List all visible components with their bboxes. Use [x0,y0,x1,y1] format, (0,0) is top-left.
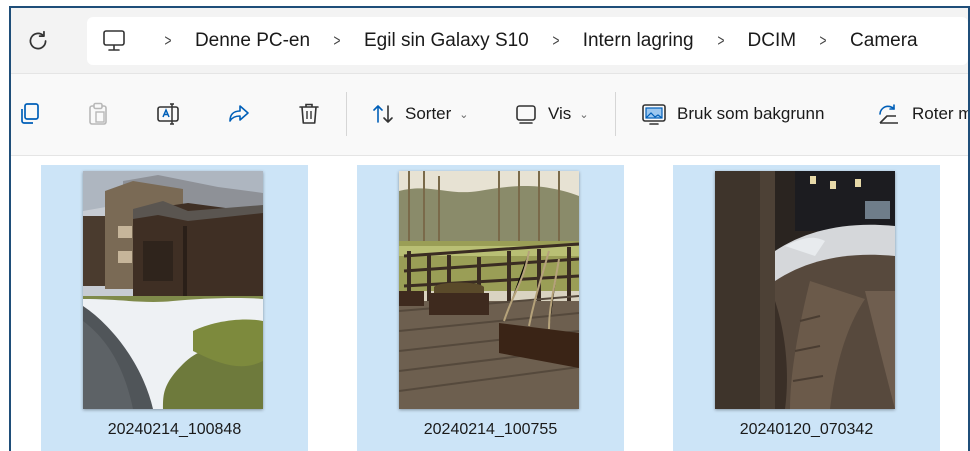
file-item[interactable]: 20240214_100848 [41,165,308,451]
toolbar-divider [346,92,347,136]
rotate-button-label: Roter m [912,104,970,123]
desktop-background-icon [642,104,666,125]
refresh-icon[interactable] [25,28,51,54]
chevron-down-icon: ⌄ [459,108,469,121]
chevron-down-icon: ⌄ [579,108,589,121]
view-button-label: Vis [548,104,572,123]
breadcrumb-item-this-pc[interactable]: Denne PC-en [195,30,310,52]
chevron-right-icon[interactable]: > [164,31,171,51]
file-name: 20240214_100755 [423,421,558,438]
view-button[interactable]: Vis ⌄ [514,100,589,128]
paste-icon[interactable] [85,101,111,127]
rename-icon[interactable] [155,101,181,127]
set-as-background-button[interactable]: Bruk som bakgrunn [641,100,824,128]
photo-thumbnail[interactable] [83,171,263,409]
wooden-deck-railing-image [399,171,579,409]
apartment-building-snow-image [83,171,263,409]
breadcrumb-item-camera[interactable]: Camera [850,30,918,52]
breadcrumb-item-internal-storage[interactable]: Intern lagring [583,30,694,52]
address-bar: > Denne PC-en > Egil sin Galaxy S10 > In… [11,8,968,74]
file-list: 20240214_100848 20240214_100755 20240120… [11,157,968,451]
breadcrumb[interactable]: > Denne PC-en > Egil sin Galaxy S10 > In… [87,17,968,65]
sort-button[interactable]: Sorter ⌄ [371,100,469,128]
rotate-button[interactable]: Roter m [876,100,970,128]
snow-path-night-image [715,171,895,409]
chevron-right-icon[interactable]: > [334,31,341,51]
file-item[interactable]: 20240120_070342 [673,165,940,451]
toolbar-divider [615,92,616,136]
view-icon [516,105,536,124]
chevron-right-icon[interactable]: > [717,31,724,51]
set-as-background-label: Bruk som bakgrunn [677,104,825,123]
rotate-icon [879,104,898,124]
file-name: 20240120_070342 [739,421,874,438]
breadcrumb-item-device[interactable]: Egil sin Galaxy S10 [364,30,529,52]
computer-icon[interactable] [101,29,127,53]
copy-icon[interactable] [17,101,43,127]
chevron-right-icon[interactable]: > [820,31,827,51]
delete-icon[interactable] [296,101,322,127]
photo-thumbnail[interactable] [715,171,895,409]
command-bar: Sorter ⌄ Vis ⌄ Bruk som bakgrunn Roter m [11,74,968,156]
photo-thumbnail[interactable] [399,171,579,409]
share-icon[interactable] [226,101,252,127]
sort-icon [373,105,393,123]
breadcrumb-item-dcim[interactable]: DCIM [748,30,797,52]
file-name: 20240214_100848 [107,421,242,438]
chevron-right-icon[interactable]: > [552,31,559,51]
file-item[interactable]: 20240214_100755 [357,165,624,451]
sort-button-label: Sorter [405,104,452,123]
file-explorer-window: > Denne PC-en > Egil sin Galaxy S10 > In… [9,6,970,451]
